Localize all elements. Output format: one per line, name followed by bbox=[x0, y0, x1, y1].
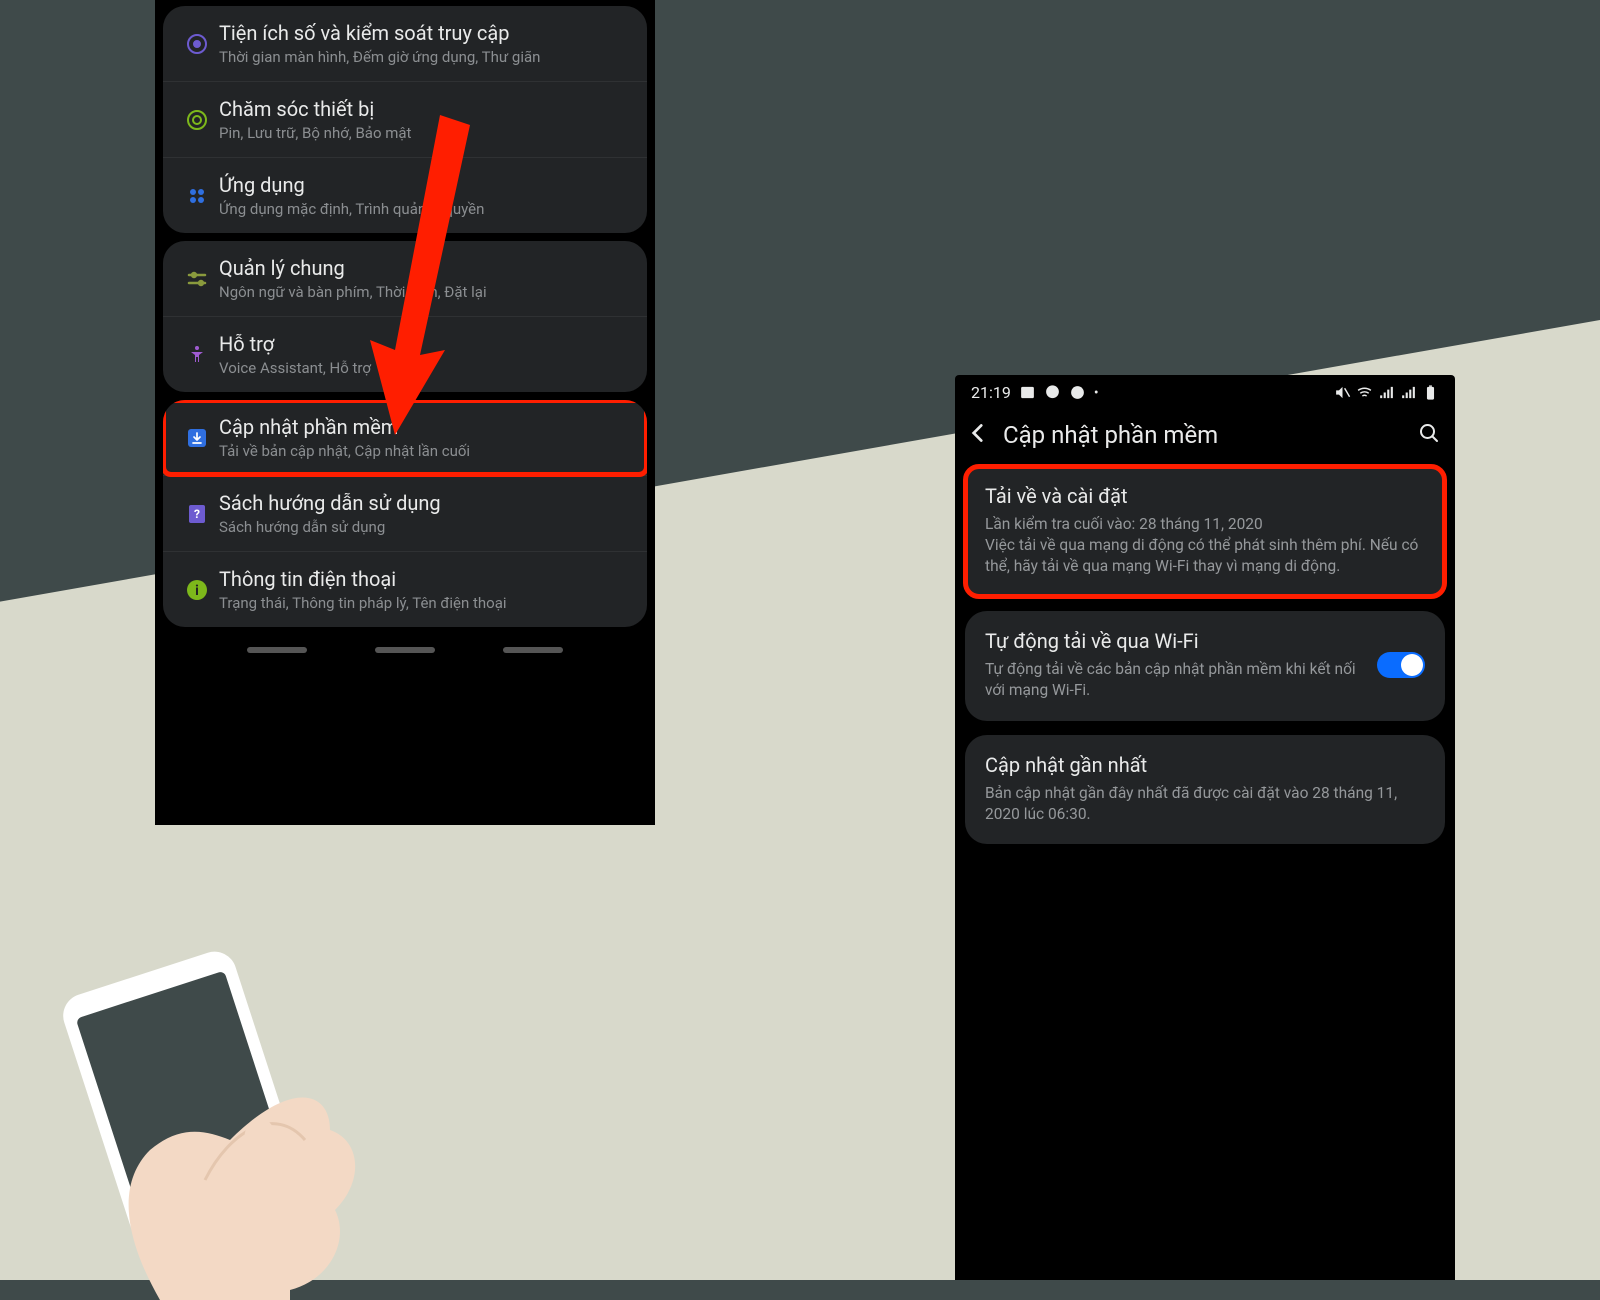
row-title: Cập nhật phần mềm bbox=[219, 415, 470, 439]
download-and-install[interactable]: Tải về và cài đặt Lần kiểm tra cuối vào:… bbox=[965, 466, 1445, 597]
settings-row-about-phone[interactable]: i Thông tin điện thoại Trạng thái, Thông… bbox=[163, 551, 647, 627]
block-title: Tự động tải về qua Wi-Fi bbox=[985, 629, 1361, 653]
wifi-auto-toggle[interactable] bbox=[1377, 652, 1425, 678]
gallery-icon bbox=[1019, 384, 1036, 401]
signal-icon-2 bbox=[1400, 384, 1417, 401]
row-subtitle: Ứng dụng mặc định, Trình quản lý quyền bbox=[219, 200, 484, 218]
row-title: Thông tin điện thoại bbox=[219, 567, 507, 591]
settings-row-apps[interactable]: Ứng dụng Ứng dụng mặc định, Trình quản l… bbox=[163, 157, 647, 233]
back-button[interactable] bbox=[965, 420, 991, 450]
settings-row-accessibility[interactable]: Hỗ trợ Voice Assistant, Hỗ trợ bbox=[163, 316, 647, 392]
settings-row-digital-wellbeing[interactable]: Tiện ích số và kiểm soát truy cập Thời g… bbox=[163, 6, 647, 81]
page-title: Cập nhật phần mềm bbox=[1003, 421, 1417, 449]
auto-download-wifi[interactable]: Tự động tải về qua Wi-Fi Tự động tải về … bbox=[965, 611, 1445, 721]
status-bar: 21:19 • bbox=[955, 375, 1455, 406]
last-update[interactable]: Cập nhật gần nhất Bản cập nhật gần đây n… bbox=[965, 735, 1445, 845]
nav-bar bbox=[163, 635, 647, 665]
row-subtitle: Tải về bản cập nhật, Cập nhật lần cuối bbox=[219, 442, 470, 460]
row-subtitle: Trạng thái, Thông tin pháp lý, Tên điện … bbox=[219, 594, 507, 612]
row-title: Tiện ích số và kiểm soát truy cập bbox=[219, 21, 540, 45]
row-subtitle: Thời gian màn hình, Đếm giờ ứng dụng, Th… bbox=[219, 48, 540, 66]
row-title: Sách hướng dẫn sử dụng bbox=[219, 491, 441, 515]
status-time: 21:19 bbox=[971, 383, 1011, 402]
row-subtitle: Sách hướng dẫn sử dụng bbox=[219, 518, 441, 536]
row-subtitle: Pin, Lưu trữ, Bộ nhớ, Bảo mật bbox=[219, 124, 411, 142]
digital-wellbeing-icon bbox=[175, 32, 219, 56]
sliders-icon bbox=[175, 267, 219, 291]
settings-row-user-manual[interactable]: ? Sách hướng dẫn sử dụng Sách hướng dẫn … bbox=[163, 475, 647, 551]
settings-row-device-care[interactable]: Chăm sóc thiết bị Pin, Lưu trữ, Bộ nhớ, … bbox=[163, 81, 647, 157]
accessibility-icon bbox=[175, 343, 219, 367]
row-title: Chăm sóc thiết bị bbox=[219, 97, 411, 121]
apps-icon bbox=[175, 184, 219, 208]
block-subtitle: Bản cập nhật gần đây nhất đã được cài đặ… bbox=[985, 783, 1425, 825]
device-care-icon bbox=[175, 108, 219, 132]
block-subtitle: Lần kiểm tra cuối vào: 28 tháng 11, 2020… bbox=[985, 514, 1425, 577]
download-icon bbox=[175, 426, 219, 450]
block-title: Tải về và cài đặt bbox=[985, 484, 1425, 508]
manual-icon: ? bbox=[175, 502, 219, 526]
block-subtitle: Tự động tải về các bản cập nhật phần mềm… bbox=[985, 659, 1361, 701]
battery-icon bbox=[1422, 384, 1439, 401]
row-title: Ứng dụng bbox=[219, 173, 484, 197]
pinterest-icon bbox=[1069, 384, 1086, 401]
phone-software-update: 21:19 • Cập nhật phần mềm Tải về và cài … bbox=[955, 375, 1455, 1280]
hand-illustration bbox=[30, 930, 390, 1300]
row-subtitle: Voice Assistant, Hỗ trợ bbox=[219, 359, 371, 377]
block-title: Cập nhật gần nhất bbox=[985, 753, 1425, 777]
search-button[interactable] bbox=[1417, 421, 1441, 449]
phone-settings-list: Tiện ích số và kiểm soát truy cập Thời g… bbox=[155, 0, 655, 825]
settings-row-software-update[interactable]: Cập nhật phần mềm Tải về bản cập nhật, C… bbox=[163, 400, 647, 475]
messenger-icon bbox=[1044, 384, 1061, 401]
settings-row-general[interactable]: Quản lý chung Ngôn ngữ và bàn phím, Thời… bbox=[163, 241, 647, 316]
svg-text:i: i bbox=[195, 583, 199, 599]
row-title: Hỗ trợ bbox=[219, 332, 371, 356]
row-title: Quản lý chung bbox=[219, 256, 487, 280]
mute-icon bbox=[1334, 384, 1351, 401]
svg-text:?: ? bbox=[194, 507, 200, 521]
signal-icon bbox=[1378, 384, 1395, 401]
row-subtitle: Ngôn ngữ và bàn phím, Thời gian, Đặt lại bbox=[219, 283, 487, 301]
more-icon: • bbox=[1094, 385, 1099, 401]
info-icon: i bbox=[175, 578, 219, 602]
wifi-icon bbox=[1356, 384, 1373, 401]
